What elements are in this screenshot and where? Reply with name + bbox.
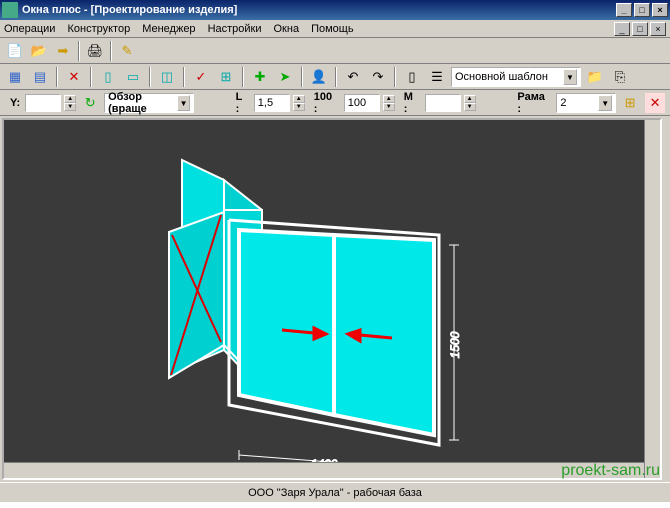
canvas-area: 1400 1500 [0, 116, 670, 482]
scrollbar-vertical[interactable] [644, 120, 660, 478]
app-icon [2, 2, 18, 18]
mdi-minimize-button[interactable]: _ [614, 22, 630, 36]
statusbar: ООО "Заря Урала" - рабочая база [0, 482, 670, 502]
open-icon[interactable]: 📂 [28, 40, 50, 62]
rama-value: 2 [560, 97, 566, 109]
layout-icon[interactable]: ⊞ [215, 66, 237, 88]
row-icon[interactable]: ▭ [122, 66, 144, 88]
toolbar-construct: ▦ ▤ ✕ ▯ ▭ ◫ ✓ ⊞ ✚ ➤ 👤 ↶ ↷ ▯ ☰ Основной ш… [0, 64, 670, 90]
save-icon[interactable]: ➡ [52, 40, 74, 62]
page-icon[interactable]: ▯ [401, 66, 423, 88]
add-icon[interactable]: ✚ [249, 66, 271, 88]
grid2-icon[interactable]: ▤ [29, 66, 51, 88]
list-icon[interactable]: ☰ [426, 66, 448, 88]
panel-icon[interactable]: ◫ [156, 66, 178, 88]
dim-height: 1500 [448, 331, 462, 358]
status-text: ООО "Заря Урала" - рабочая база [248, 487, 422, 499]
menu-constructor[interactable]: Конструктор [67, 23, 130, 35]
mdi-close-button[interactable]: × [650, 22, 666, 36]
tool-icon[interactable]: ✎ [116, 40, 138, 62]
l-label: L : [236, 91, 249, 115]
titlebar: Окна плюс - [Проектирование изделия] _ □… [0, 0, 670, 20]
m-label: M : [404, 91, 420, 115]
y-spinner[interactable]: ▲▼ [64, 95, 76, 111]
new-icon[interactable]: 📄 [4, 40, 26, 62]
minimize-button[interactable]: _ [616, 3, 632, 17]
redo-icon[interactable]: ↷ [367, 66, 389, 88]
rama-label: Рама : [517, 91, 551, 115]
menu-settings[interactable]: Настройки [208, 23, 262, 35]
hundred-spinner[interactable]: ▲▼ [383, 95, 395, 111]
l-input[interactable] [254, 94, 290, 112]
drawing-viewport: 1400 1500 [4, 120, 644, 466]
close-button[interactable]: × [652, 3, 668, 17]
folder-icon[interactable]: 📁 [584, 66, 606, 88]
menubar: Операции Конструктор Менеджер Настройки … [0, 20, 670, 38]
l-spinner[interactable]: ▲▼ [293, 95, 305, 111]
mdi-restore-button[interactable]: □ [632, 22, 648, 36]
template-combo-value: Основной шаблон [455, 71, 548, 83]
menu-windows[interactable]: Окна [274, 23, 300, 35]
delete-icon[interactable]: ✕ [63, 66, 85, 88]
toolbar-file: 📄 📂 ➡ 🖨 ✎ [0, 38, 670, 64]
template-combo[interactable]: Основной шаблон ▼ [451, 67, 581, 87]
rama-combo[interactable]: 2 ▼ [556, 93, 616, 113]
design-canvas[interactable]: 1400 1500 [2, 118, 662, 480]
arrow-icon[interactable]: ➤ [274, 66, 296, 88]
grid-icon[interactable]: ▦ [4, 66, 26, 88]
obzor-label: Обзор (враще [108, 91, 173, 115]
column-icon[interactable]: ▯ [97, 66, 119, 88]
undo-icon[interactable]: ↶ [342, 66, 364, 88]
window-title: Окна плюс - [Проектирование изделия] [22, 4, 616, 16]
y-label: Y: [10, 97, 20, 109]
restore-button[interactable]: □ [634, 3, 650, 17]
scrollbar-horizontal[interactable] [4, 462, 644, 478]
toolbar-params: Y: ▲▼ ↻ Обзор (враще ▼ L : ▲▼ 100 : ▲▼ M… [0, 90, 670, 116]
check-icon[interactable]: ✓ [190, 66, 212, 88]
hundred-label: 100 : [314, 91, 339, 115]
menu-help[interactable]: Помощь [311, 23, 354, 35]
y-input[interactable] [25, 94, 61, 112]
hundred-input[interactable] [344, 94, 380, 112]
param-icon[interactable]: ⊞ [619, 92, 641, 114]
window-assembly: 1400 1500 [169, 160, 462, 466]
cancel-icon[interactable]: ✕ [644, 92, 666, 114]
refresh-icon[interactable]: ↻ [79, 92, 101, 114]
watermark: proekt-sam.ru [561, 462, 660, 480]
print-icon[interactable]: 🖨 [84, 40, 106, 62]
m-input[interactable] [425, 94, 461, 112]
m-spinner[interactable]: ▲▼ [464, 95, 476, 111]
person-icon[interactable]: 👤 [308, 66, 330, 88]
menu-manager[interactable]: Менеджер [142, 23, 195, 35]
menu-operations[interactable]: Операции [4, 23, 55, 35]
obzor-combo[interactable]: Обзор (враще ▼ [104, 93, 194, 113]
copy-icon[interactable]: ⎘ [609, 66, 631, 88]
